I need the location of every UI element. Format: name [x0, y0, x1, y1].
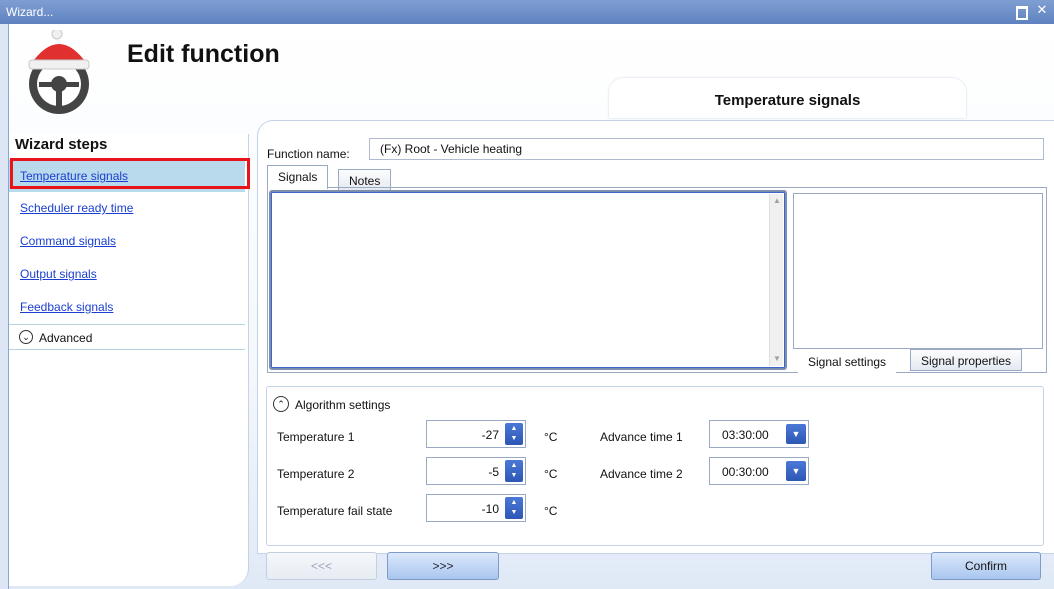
- temperature-2-unit: °C: [544, 467, 558, 481]
- algorithm-settings-label: Algorithm settings: [295, 398, 391, 412]
- temperature-2-value[interactable]: -5: [488, 465, 499, 479]
- sidebar-item-label[interactable]: Command signals: [20, 234, 116, 248]
- close-icon[interactable]: ✕: [1036, 3, 1048, 17]
- main-panel: Function name: (Fx) Root - Vehicle heati…: [257, 120, 1054, 554]
- function-name-field[interactable]: (Fx) Root - Vehicle heating: [369, 138, 1044, 160]
- sidebar-item-label[interactable]: Scheduler ready time: [20, 201, 133, 215]
- page-title: Edit function: [127, 40, 280, 68]
- advanced-expander[interactable]: ⌄ Advanced: [9, 324, 245, 350]
- chevron-up-icon: ⌃: [273, 396, 289, 412]
- spin-arrows-icon[interactable]: ▲ ▼: [505, 460, 523, 482]
- temperature-1-value[interactable]: -27: [482, 428, 499, 442]
- maximize-icon[interactable]: [1016, 6, 1028, 20]
- temperature-fail-state-stepper[interactable]: -10 ▲ ▼: [426, 494, 526, 522]
- selected-step-highlight: [10, 158, 250, 189]
- signal-properties-panel: [793, 193, 1043, 349]
- current-step-tab: Temperature signals: [609, 78, 966, 118]
- spin-arrows-icon[interactable]: ▲ ▼: [505, 497, 523, 519]
- chevron-down-icon[interactable]: ▼: [786, 461, 806, 481]
- function-name-label: Function name:: [267, 147, 350, 161]
- sidebar-item-scheduler-ready-time[interactable]: Scheduler ready time: [9, 192, 245, 224]
- advance-time-1-label: Advance time 1: [600, 430, 683, 444]
- sidebar-item-label[interactable]: Output signals: [20, 267, 97, 281]
- sidebar-item-label[interactable]: Feedback signals: [20, 300, 113, 314]
- tab-signals[interactable]: Signals: [267, 165, 329, 189]
- wizard-window: Edit function Temperature signals Wizard…: [8, 24, 1054, 589]
- spin-arrows-icon[interactable]: ▲ ▼: [505, 423, 523, 445]
- confirm-button[interactable]: Confirm: [931, 552, 1041, 580]
- advance-time-2-value[interactable]: 00:30:00: [722, 465, 769, 479]
- signals-list-scrollbar[interactable]: ▲ ▼: [769, 194, 783, 366]
- advance-time-2-label: Advance time 2: [600, 467, 683, 481]
- temperature-1-unit: °C: [544, 430, 558, 444]
- tab-signal-settings[interactable]: Signal settings: [798, 349, 897, 373]
- chevron-down-icon: ⌄: [19, 330, 33, 344]
- current-step-label: Temperature signals: [714, 92, 861, 109]
- back-button[interactable]: <<<: [266, 552, 377, 580]
- wizard-steps-sidebar: Wizard steps Temperature signals Schedul…: [9, 134, 249, 586]
- vehicle-heating-logo-icon: [28, 30, 90, 114]
- temperature-2-label: Temperature 2: [277, 467, 355, 481]
- temperature-1-label: Temperature 1: [277, 430, 355, 444]
- advanced-label: Advanced: [39, 331, 93, 345]
- sidebar-item-command-signals[interactable]: Command signals: [9, 225, 245, 257]
- next-button[interactable]: >>>: [387, 552, 499, 580]
- temperature-1-stepper[interactable]: -27 ▲ ▼: [426, 420, 526, 448]
- sidebar-item-output-signals[interactable]: Output signals: [9, 258, 245, 290]
- scroll-up-icon[interactable]: ▲: [770, 194, 784, 208]
- scroll-down-icon[interactable]: ▼: [770, 352, 784, 366]
- advance-time-2-select[interactable]: 00:30:00 ▼: [709, 457, 809, 485]
- temperature-2-stepper[interactable]: -5 ▲ ▼: [426, 457, 526, 485]
- signals-list[interactable]: ▲ ▼: [269, 190, 787, 370]
- algorithm-settings-section: ⌃ Algorithm settings Temperature 1 -27 ▲…: [266, 386, 1044, 546]
- window-title: Wizard...: [6, 5, 54, 19]
- temperature-fail-state-value[interactable]: -10: [482, 502, 499, 516]
- temperature-fail-state-unit: °C: [544, 504, 558, 518]
- advance-time-1-select[interactable]: 03:30:00 ▼: [709, 420, 809, 448]
- temperature-fail-state-label: Temperature fail state: [277, 504, 393, 518]
- tab-signal-properties[interactable]: Signal properties: [910, 349, 1023, 371]
- window-titlebar: Wizard... ✕: [0, 0, 1054, 24]
- sidebar-title: Wizard steps: [15, 136, 108, 153]
- advance-time-1-value[interactable]: 03:30:00: [722, 428, 769, 442]
- sidebar-item-feedback-signals[interactable]: Feedback signals: [9, 291, 245, 323]
- chevron-down-icon[interactable]: ▼: [786, 424, 806, 444]
